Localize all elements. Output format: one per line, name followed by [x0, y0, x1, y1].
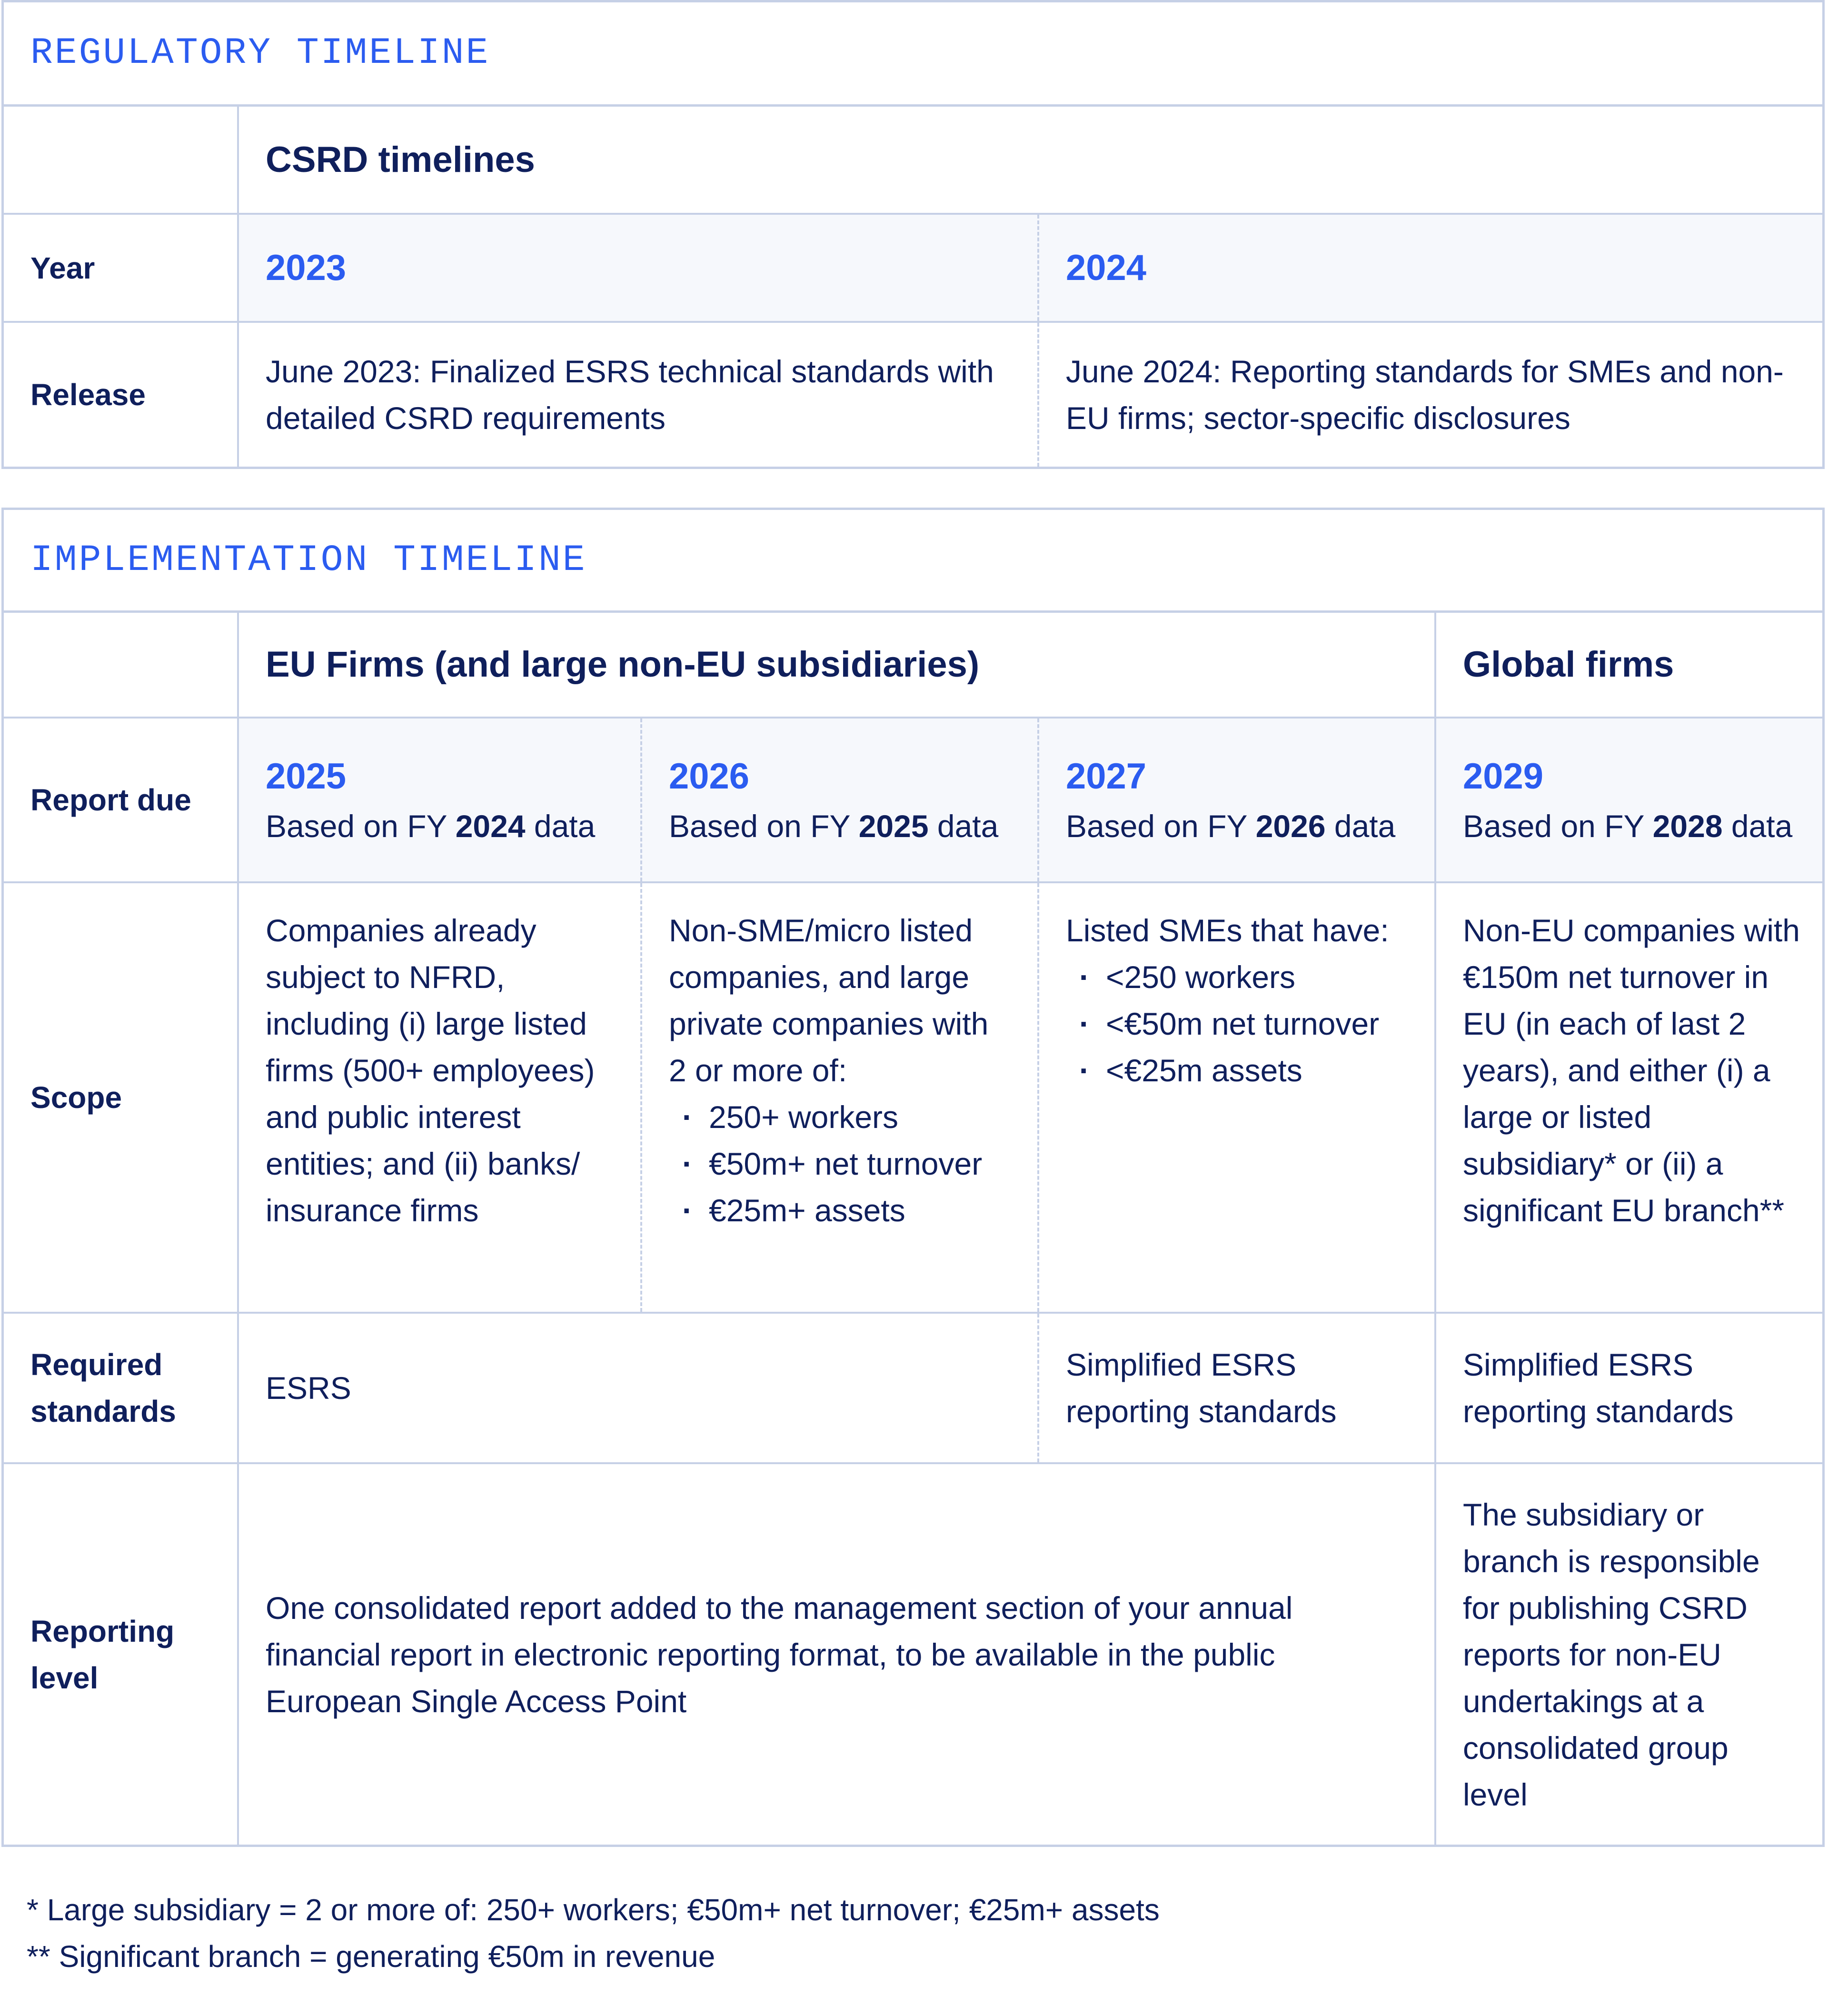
bullet-item: 250+ workers — [669, 1094, 1013, 1140]
scope-text: Non-SME/micro listed companies, and larg… — [669, 913, 989, 1088]
bullet-item: <€25m assets — [1066, 1047, 1415, 1094]
standards-eu-2025-2026: ESRS — [266, 1370, 351, 1406]
row-label-year: Year — [4, 215, 239, 321]
row-label-report-due: Report due — [4, 719, 239, 881]
report-due-2029: 2029 Based on FY 2028 data — [1434, 719, 1822, 881]
footnote-large-subsidiary: * Large subsidiary = 2 or more of: 250+ … — [27, 1893, 1160, 1927]
release-2024: June 2024: Reporting standards for SMEs … — [1037, 323, 1822, 467]
scope-bullets: 250+ workers €50m+ net turnover €25m+ as… — [669, 1094, 1013, 1234]
fy-basis: Based on FY 2024 data — [266, 808, 596, 844]
report-year: 2027 — [1066, 756, 1147, 797]
release-row: Release June 2023: Finalized ESRS techni… — [4, 323, 1822, 467]
year-2023: 2023 — [239, 215, 1037, 321]
scope-text: Non-EU companies with €150m net turnover… — [1463, 913, 1800, 1228]
bullet-item: <€50m net turnover — [1066, 1000, 1415, 1047]
implementation-section-title: IMPLEMENTATION TIMELINE — [4, 510, 1822, 613]
bullet-item: €50m+ net turnover — [669, 1140, 1013, 1187]
fy-basis: Based on FY 2026 data — [1066, 808, 1396, 844]
report-year: 2026 — [669, 756, 750, 797]
report-due-2027: 2027 Based on FY 2026 data — [1037, 719, 1434, 881]
report-due-2026: 2026 Based on FY 2025 data — [640, 719, 1037, 881]
bullet-item: <250 workers — [1066, 954, 1415, 1000]
report-year: 2025 — [266, 756, 347, 797]
row-label-scope: Scope — [4, 883, 239, 1312]
scope-row: Scope Companies already subject to NFRD,… — [4, 883, 1822, 1314]
footnote-significant-branch: ** Significant branch = generating €50m … — [27, 1939, 715, 1974]
fy-basis: Based on FY 2025 data — [669, 808, 999, 844]
standards-eu-2027: Simplified ESRS reporting standards — [1037, 1314, 1434, 1462]
group-header-row: EU Firms (and large non-EU subsidiaries)… — [4, 613, 1822, 719]
report-due-2025: 2025 Based on FY 2024 data — [239, 719, 640, 881]
row-label-required-standards: Required standards — [4, 1314, 239, 1462]
eu-firms-header: EU Firms (and large non-EU subsidiaries) — [266, 644, 980, 685]
year-2024: 2024 — [1037, 215, 1822, 321]
regulatory-section-title: REGULATORY TIMELINE — [4, 2, 1822, 107]
csrd-timelines-header: CSRD timelines — [266, 139, 535, 180]
scope-2025: Companies already subject to NFRD, inclu… — [239, 883, 640, 1312]
row-label-reporting-level: Reporting level — [4, 1464, 239, 1845]
regulatory-timeline-table: REGULATORY TIMELINE CSRD timelines Year … — [1, 0, 1825, 469]
scope-bullets: <250 workers <€50m net turnover <€25m as… — [1066, 954, 1415, 1094]
implementation-timeline-table: IMPLEMENTATION TIMELINE EU Firms (and la… — [1, 508, 1825, 1847]
csrd-header-row: CSRD timelines — [4, 107, 1822, 215]
scope-text: Companies already subject to NFRD, inclu… — [266, 913, 595, 1228]
release-2023: June 2023: Finalized ESRS technical stan… — [266, 354, 994, 436]
empty-label-cell — [4, 613, 239, 717]
year-row: Year 2023 2024 — [4, 215, 1822, 323]
row-label-release: Release — [4, 323, 239, 467]
global-firms-header: Global firms — [1434, 613, 1822, 717]
scope-2026: Non-SME/micro listed companies, and larg… — [640, 883, 1037, 1312]
standards-global: Simplified ESRS reporting standards — [1434, 1314, 1822, 1462]
scope-2029: Non-EU companies with €150m net turnover… — [1434, 883, 1822, 1312]
reporting-level-row: Reporting level One consolidated report … — [4, 1464, 1822, 1845]
required-standards-row: Required standards ESRS Simplified ESRS … — [4, 1314, 1822, 1464]
empty-label-cell — [4, 107, 239, 213]
reporting-level-eu: One consolidated report added to the man… — [266, 1590, 1293, 1719]
bullet-item: €25m+ assets — [669, 1187, 1013, 1234]
report-due-row: Report due 2025 Based on FY 2024 data 20… — [4, 719, 1822, 883]
reporting-level-global: The subsidiary or branch is responsible … — [1434, 1464, 1822, 1845]
scope-text: Listed SMEs that have: — [1066, 913, 1389, 948]
scope-2027: Listed SMEs that have: <250 workers <€50… — [1037, 883, 1434, 1312]
fy-basis: Based on FY 2028 data — [1463, 808, 1793, 844]
report-year: 2029 — [1463, 756, 1544, 797]
